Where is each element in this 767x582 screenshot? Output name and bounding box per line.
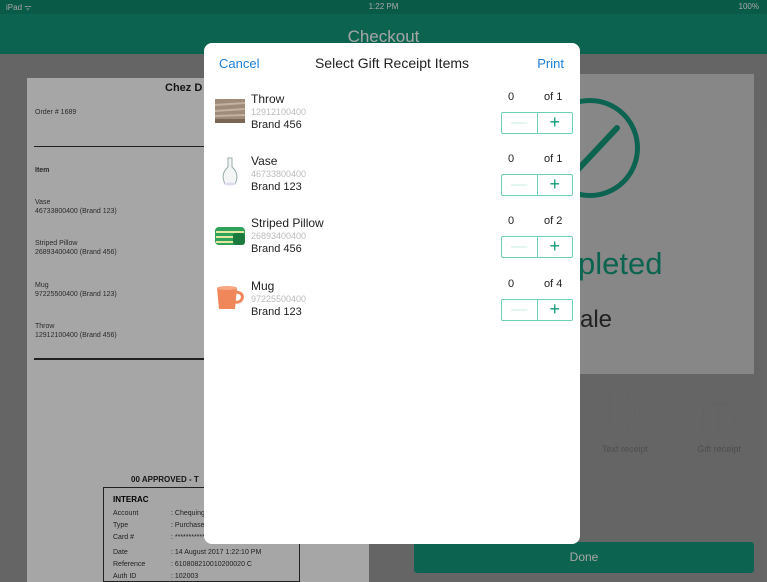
item-quantity: 0 — [508, 215, 515, 227]
item-sku: 97225500400 — [251, 294, 307, 304]
decrement-button[interactable]: — — [502, 237, 538, 257]
throw-thumbnail — [213, 95, 247, 125]
item-brand: Brand 123 — [251, 306, 302, 318]
quantity-stepper: — + — [501, 112, 573, 134]
increment-button[interactable]: + — [538, 237, 573, 257]
quantity-stepper: — + — [501, 174, 573, 196]
print-button[interactable]: Print — [537, 56, 564, 71]
modal-header: Cancel Select Gift Receipt Items Print — [204, 43, 580, 83]
quantity-stepper: — + — [501, 236, 573, 258]
item-brand: Brand 456 — [251, 243, 302, 255]
decrement-button[interactable]: — — [502, 113, 538, 133]
list-item: Vase 46733800400 Brand 123 0 of 1 — + — [204, 151, 580, 213]
item-quantity: 0 — [508, 153, 515, 165]
pillow-thumbnail — [213, 219, 247, 249]
item-name: Vase — [251, 154, 278, 168]
item-quantity: 0 — [508, 278, 515, 290]
item-total: of 4 — [544, 278, 563, 290]
decrement-button[interactable]: — — [502, 175, 538, 195]
vase-thumbnail — [213, 157, 247, 187]
item-brand: Brand 123 — [251, 181, 302, 193]
gift-receipt-modal: Cancel Select Gift Receipt Items Print T… — [204, 43, 580, 544]
item-name: Striped Pillow — [251, 216, 324, 230]
item-total: of 1 — [544, 153, 563, 165]
list-item: Throw 12912100400 Brand 456 0 of 1 — + — [204, 89, 580, 151]
increment-button[interactable]: + — [538, 175, 573, 195]
item-name: Mug — [251, 279, 275, 293]
quantity-stepper: — + — [501, 299, 573, 321]
item-sku: 46733800400 — [251, 169, 307, 179]
item-sku: 26893400400 — [251, 231, 307, 241]
modal-title: Select Gift Receipt Items — [314, 55, 470, 71]
item-sku: 12912100400 — [251, 107, 307, 117]
item-quantity: 0 — [508, 91, 515, 103]
item-total: of 1 — [544, 91, 563, 103]
decrement-button[interactable]: — — [502, 300, 538, 320]
item-total: of 2 — [544, 215, 563, 227]
list-item: Mug 97225500400 Brand 123 0 of 4 — + — [204, 276, 580, 338]
item-name: Throw — [251, 92, 285, 106]
item-brand: Brand 456 — [251, 119, 302, 131]
mug-thumbnail — [213, 282, 247, 312]
increment-button[interactable]: + — [538, 113, 573, 133]
list-item: Striped Pillow 26893400400 Brand 456 0 o… — [204, 213, 580, 275]
increment-button[interactable]: + — [538, 300, 573, 320]
